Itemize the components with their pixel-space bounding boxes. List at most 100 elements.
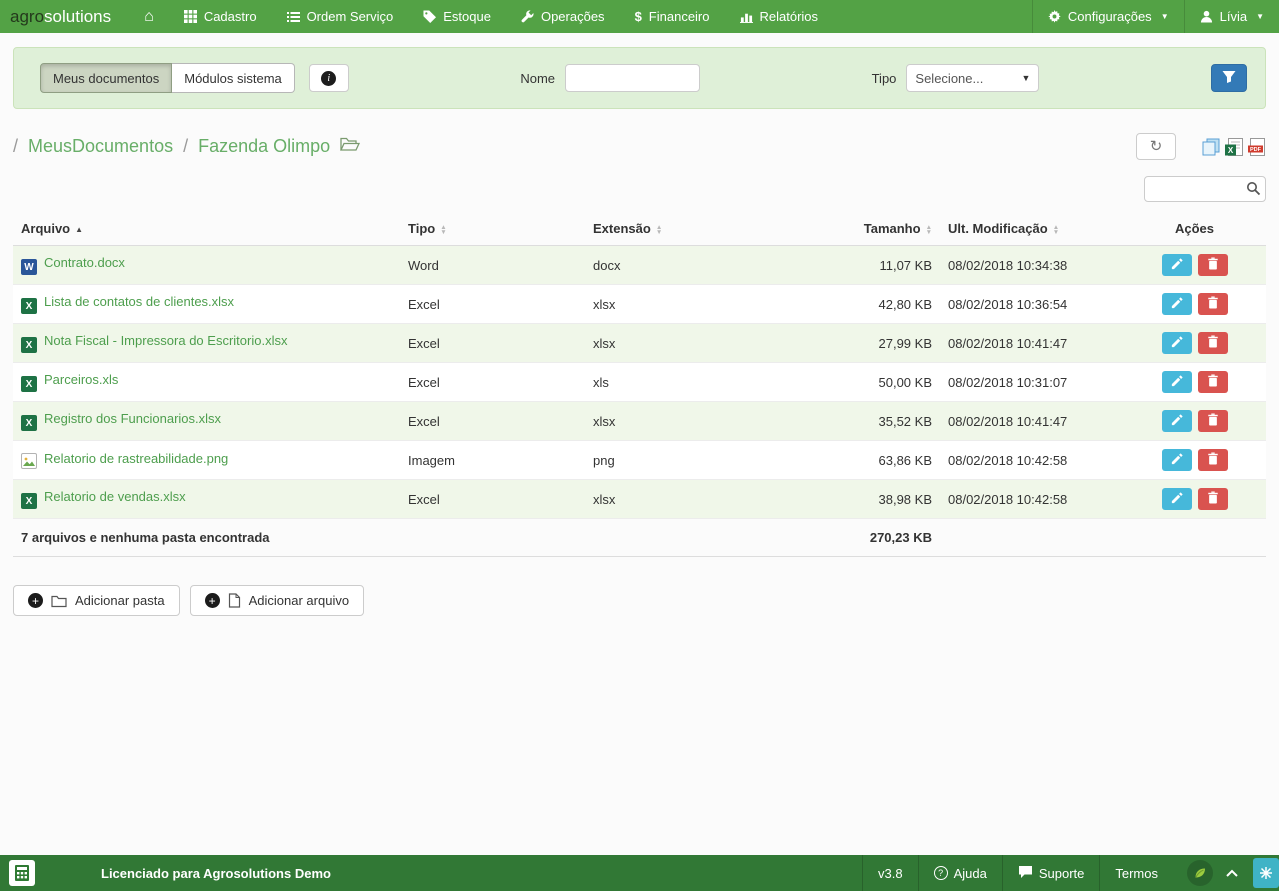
- table-tools: ↻ X PDF: [1136, 133, 1266, 160]
- footer-right: v3.8 ? Ajuda Suporte Termos: [862, 855, 1279, 891]
- export-pdf-icon[interactable]: PDF: [1248, 138, 1266, 156]
- column-header-tamanho[interactable]: Tamanho▲▼: [745, 212, 940, 246]
- file-link[interactable]: Registro dos Funcionarios.xlsx: [44, 411, 221, 426]
- delete-button[interactable]: [1198, 488, 1228, 510]
- file-modified-cell: 08/02/2018 10:41:47: [940, 402, 1123, 441]
- nav-financeiro[interactable]: $ Financeiro: [620, 0, 725, 33]
- table-search: [1144, 176, 1266, 202]
- nav-label: Estoque: [443, 9, 491, 24]
- file-name-cell: XLista de contatos de clientes.xlsx: [13, 285, 400, 324]
- calculator-icon[interactable]: [9, 860, 35, 886]
- summary-text: 7 arquivos e nenhuma pasta encontrada: [13, 519, 745, 557]
- file-link[interactable]: Relatorio de rastreabilidade.png: [44, 451, 228, 466]
- toggle-meus-documentos[interactable]: Meus documentos: [40, 63, 172, 93]
- file-extension-cell: xlsx: [585, 324, 745, 363]
- nav-estoque[interactable]: Estoque: [408, 0, 506, 33]
- edit-button[interactable]: [1162, 410, 1192, 432]
- snowflake-icon[interactable]: [1253, 858, 1279, 888]
- edit-button[interactable]: [1162, 449, 1192, 471]
- info-button[interactable]: i: [309, 64, 349, 92]
- filter-icon: [1222, 70, 1236, 87]
- footer-ajuda-link[interactable]: ? Ajuda: [918, 855, 1002, 891]
- export-excel-icon[interactable]: X: [1225, 138, 1243, 156]
- nav-label: Lívia: [1220, 9, 1247, 24]
- add-folder-button[interactable]: + Adicionar pasta: [13, 585, 180, 616]
- delete-button[interactable]: [1198, 254, 1228, 276]
- file-modified-cell: 08/02/2018 10:36:54: [940, 285, 1123, 324]
- plus-circle-icon: +: [28, 593, 43, 608]
- edit-button[interactable]: [1162, 254, 1192, 276]
- nav-label: Relatórios: [760, 9, 819, 24]
- edit-button[interactable]: [1162, 488, 1192, 510]
- nav-operacoes[interactable]: Operações: [506, 0, 620, 33]
- file-actions-cell: [1123, 246, 1266, 285]
- navbar-right: Configurações ▼ Lívia ▼: [1032, 0, 1279, 33]
- breadcrumb-fazenda-olimpo[interactable]: Fazenda Olimpo: [198, 136, 330, 157]
- file-link[interactable]: Lista de contatos de clientes.xlsx: [44, 294, 234, 309]
- sort-icon: ▲▼: [926, 225, 932, 235]
- edit-pencil-icon: [1171, 375, 1183, 390]
- file-type-cell: Imagem: [400, 441, 585, 480]
- excel-file-icon: X: [21, 493, 37, 509]
- excel-file-icon: X: [21, 415, 37, 431]
- nav-home[interactable]: ⌂: [129, 0, 169, 33]
- breadcrumb-row: / MeusDocumentos / Fazenda Olimpo ↻ X PD…: [13, 133, 1266, 160]
- file-extension-cell: png: [585, 441, 745, 480]
- table-row: XRegistro dos Funcionarios.xlsxExcelxlsx…: [13, 402, 1266, 441]
- column-label: Arquivo: [21, 221, 70, 236]
- edit-button[interactable]: [1162, 293, 1192, 315]
- nav-relatorios[interactable]: Relatórios: [725, 0, 834, 33]
- tipo-select[interactable]: Selecione... ▼: [906, 64, 1039, 92]
- files-table-body: WContrato.docxWorddocx11,07 KB08/02/2018…: [13, 246, 1266, 519]
- filter-panel: Meus documentos Módulos sistema i Nome T…: [13, 47, 1266, 109]
- plus-circle-icon: +: [205, 593, 220, 608]
- breadcrumb-meusdocumentos[interactable]: MeusDocumentos: [28, 136, 173, 157]
- column-header-extensao[interactable]: Extensão▲▼: [585, 212, 745, 246]
- file-link[interactable]: Nota Fiscal - Impressora do Escritorio.x…: [44, 333, 287, 348]
- delete-button[interactable]: [1198, 293, 1228, 315]
- file-link[interactable]: Relatorio de vendas.xlsx: [44, 489, 186, 504]
- refresh-button[interactable]: ↻: [1136, 133, 1176, 160]
- file-name-cell: XParceiros.xls: [13, 363, 400, 402]
- column-header-ult-modificacao[interactable]: Ult. Modificação▲▼: [940, 212, 1123, 246]
- nav-ordem-servico[interactable]: Ordem Serviço: [272, 0, 409, 33]
- edit-button[interactable]: [1162, 332, 1192, 354]
- search-row: [13, 176, 1266, 202]
- column-label: Extensão: [593, 221, 651, 236]
- file-type-cell: Excel: [400, 324, 585, 363]
- toggle-modulos-sistema[interactable]: Módulos sistema: [172, 63, 295, 93]
- footer-termos-link[interactable]: Termos: [1099, 855, 1173, 891]
- file-link[interactable]: Contrato.docx: [44, 255, 125, 270]
- table-header-row: Arquivo▲ Tipo▲▼ Extensão▲▼ Tamanho▲▼ Ult…: [13, 212, 1266, 246]
- file-modified-cell: 08/02/2018 10:34:38: [940, 246, 1123, 285]
- chevron-up-icon[interactable]: [1219, 869, 1245, 878]
- folder-open-icon: [340, 136, 360, 157]
- export-copy-icon[interactable]: [1202, 138, 1220, 156]
- leaf-icon[interactable]: [1187, 860, 1213, 886]
- column-header-arquivo[interactable]: Arquivo▲: [13, 212, 400, 246]
- nome-input[interactable]: [565, 64, 700, 92]
- svg-text:X: X: [1228, 146, 1234, 155]
- delete-button[interactable]: [1198, 332, 1228, 354]
- delete-button[interactable]: [1198, 371, 1228, 393]
- add-file-button[interactable]: + Adicionar arquivo: [190, 585, 364, 616]
- add-folder-label: Adicionar pasta: [75, 593, 165, 608]
- nav-cadastro[interactable]: Cadastro: [169, 0, 272, 33]
- file-link[interactable]: Parceiros.xls: [44, 372, 118, 387]
- version-text: v3.8: [862, 855, 918, 891]
- delete-button[interactable]: [1198, 449, 1228, 471]
- nav-configuracoes[interactable]: Configurações ▼: [1032, 0, 1184, 33]
- table-row: XParceiros.xlsExcelxls50,00 KB08/02/2018…: [13, 363, 1266, 402]
- footer-suporte-link[interactable]: Suporte: [1002, 855, 1100, 891]
- file-size-cell: 38,98 KB: [745, 480, 940, 519]
- edit-button[interactable]: [1162, 371, 1192, 393]
- filter-button[interactable]: [1211, 64, 1247, 92]
- brand-logo[interactable]: agrosolutions: [0, 0, 129, 33]
- delete-button[interactable]: [1198, 410, 1228, 432]
- nav-user[interactable]: Lívia ▼: [1184, 0, 1279, 33]
- column-header-tipo[interactable]: Tipo▲▼: [400, 212, 585, 246]
- search-icon[interactable]: [1246, 181, 1261, 201]
- table-row: Relatorio de rastreabilidade.png Imagempn…: [13, 441, 1266, 480]
- breadcrumb-separator: /: [13, 136, 18, 157]
- user-icon: [1200, 10, 1213, 23]
